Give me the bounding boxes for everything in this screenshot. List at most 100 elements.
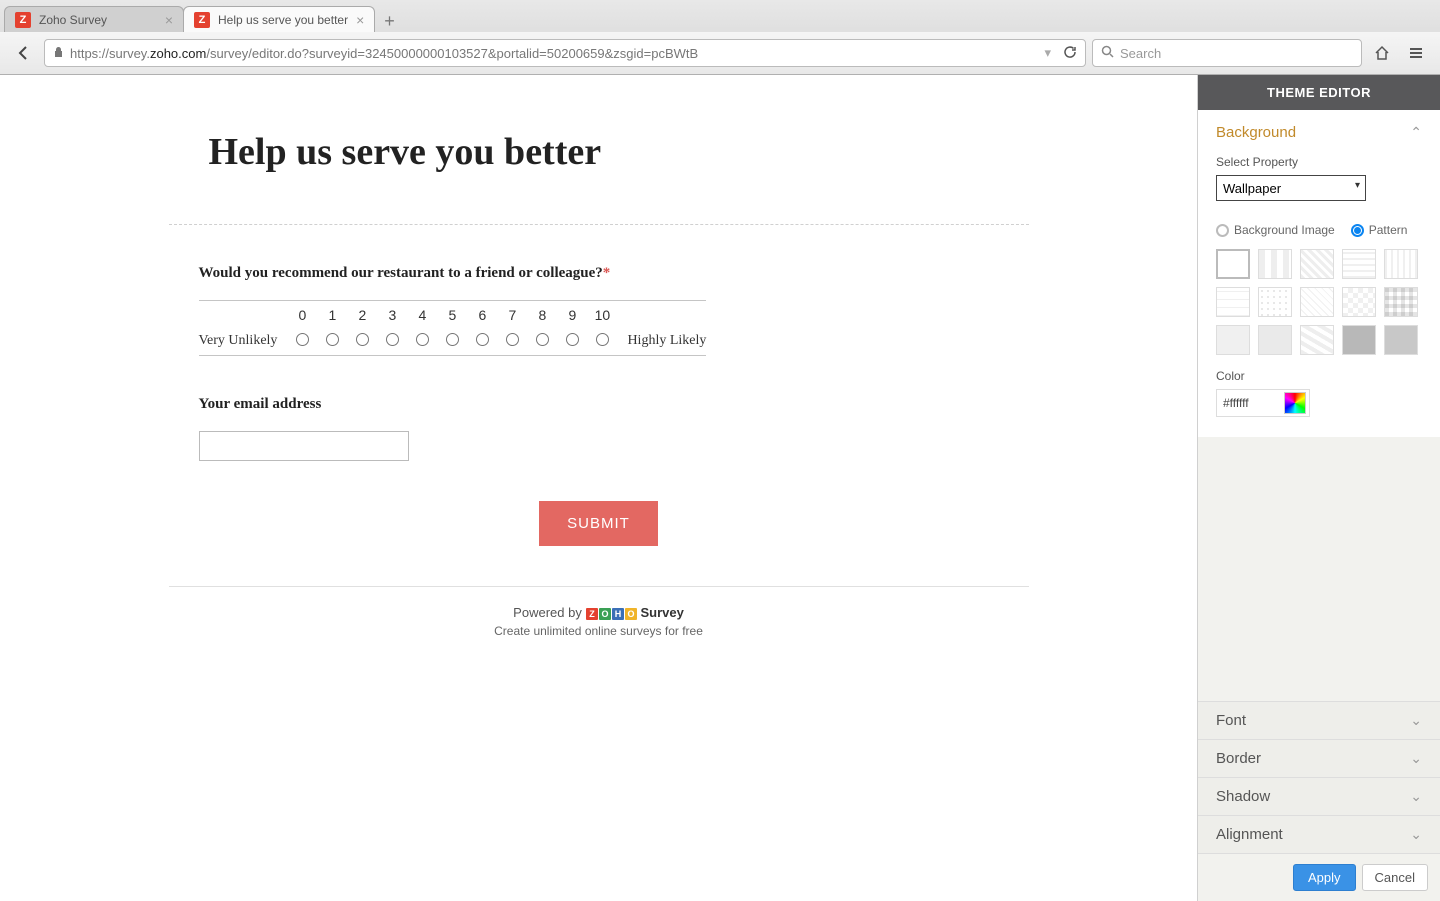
tab-title: Zoho Survey	[39, 13, 157, 27]
home-icon	[1373, 44, 1391, 62]
pattern-swatch-11[interactable]	[1216, 325, 1250, 355]
nps-radio-6[interactable]	[476, 333, 489, 346]
pattern-swatch-14[interactable]	[1342, 325, 1376, 355]
zoho-favicon-icon: Z	[194, 12, 210, 28]
color-picker-button[interactable]	[1284, 392, 1306, 414]
brand-text: Survey	[640, 605, 683, 620]
tab-title: Help us serve you better	[218, 13, 348, 27]
accordion-alignment[interactable]: Alignment ⌄	[1198, 815, 1440, 853]
search-bar[interactable]: Search	[1092, 39, 1362, 67]
url-path: /survey/editor.do?surveyid=3245000000010…	[206, 46, 698, 61]
browser-tab[interactable]: Z Zoho Survey ×	[4, 6, 184, 32]
zoho-favicon-icon: Z	[15, 12, 31, 28]
hamburger-icon	[1407, 44, 1425, 62]
nps-radio-10[interactable]	[596, 333, 609, 346]
nps-radio-5[interactable]	[446, 333, 459, 346]
nps-radio-7[interactable]	[506, 333, 519, 346]
accordion-shadow[interactable]: Shadow ⌄	[1198, 777, 1440, 815]
pattern-swatch-5[interactable]	[1384, 249, 1418, 279]
url-text: https://survey.zoho.com/survey/editor.do…	[70, 46, 1044, 61]
select-property-dropdown[interactable]: Wallpaper	[1216, 175, 1366, 201]
nps-radio-9[interactable]	[566, 333, 579, 346]
nps-radio-2[interactable]	[356, 333, 369, 346]
chevron-up-icon: ⌃	[1410, 124, 1422, 141]
pattern-swatch-7[interactable]	[1258, 287, 1292, 317]
arrow-left-icon	[15, 44, 33, 62]
q-text-content: Would you recommend our restaurant to a …	[199, 265, 603, 281]
lock-icon	[53, 46, 64, 61]
close-icon[interactable]: ×	[356, 12, 364, 28]
accordion-title: Shadow	[1216, 788, 1270, 805]
pattern-swatch-9[interactable]	[1342, 287, 1376, 317]
pattern-swatch-6[interactable]	[1216, 287, 1250, 317]
pattern-swatch-4[interactable]	[1342, 249, 1376, 279]
collapsed-sections: Font ⌄ Border ⌄ Shadow ⌄ Alignment	[1198, 701, 1440, 853]
back-button[interactable]	[10, 39, 38, 67]
nps-number: 2	[347, 307, 377, 323]
chevron-down-icon: ⌄	[1410, 788, 1422, 805]
cancel-button[interactable]: Cancel	[1362, 864, 1428, 891]
nps-radio-3[interactable]	[386, 333, 399, 346]
chevron-down-icon: ⌄	[1410, 826, 1422, 843]
accordion-header-background[interactable]: Background ⌃	[1216, 124, 1422, 141]
nps-radio-1[interactable]	[326, 333, 339, 346]
powered-by: Powered by ZOHO Survey	[169, 605, 1029, 620]
dropdown-icon[interactable]: ▾	[1044, 45, 1051, 61]
bg-type-radios: Background Image Pattern	[1216, 223, 1422, 237]
nps-scale: Very Unlikely 0 1 2 3 4 5 6 7 8 9 10 Hig…	[199, 300, 707, 356]
pattern-swatch-8[interactable]	[1300, 287, 1334, 317]
zoho-logo-icon: ZOHO	[585, 605, 637, 620]
accordion-border[interactable]: Border ⌄	[1198, 739, 1440, 777]
theme-editor-header: THEME EDITOR	[1198, 75, 1440, 110]
pattern-swatch-1[interactable]	[1216, 249, 1250, 279]
app-body: Help us serve you better Would you recom…	[0, 75, 1440, 901]
pattern-swatch-15[interactable]	[1384, 325, 1418, 355]
nps-numbers-row: Very Unlikely 0 1 2 3 4 5 6 7 8 9 10 Hig…	[199, 301, 707, 327]
accordion-title: Border	[1216, 750, 1261, 767]
pattern-swatch-10[interactable]	[1384, 287, 1418, 317]
chevron-down-icon: ⌄	[1410, 750, 1422, 767]
pattern-swatch-2[interactable]	[1258, 249, 1292, 279]
divider	[169, 224, 1029, 225]
accordion-title: Alignment	[1216, 826, 1283, 843]
footer-divider	[169, 586, 1029, 587]
submit-button[interactable]: SUBMIT	[539, 501, 658, 546]
tab-bar: Z Zoho Survey × Z Help us serve you bett…	[0, 0, 1440, 32]
nps-number: 10	[587, 307, 617, 323]
reload-icon[interactable]	[1063, 45, 1077, 62]
home-button[interactable]	[1368, 39, 1396, 67]
survey-title: Help us serve you better	[209, 130, 1029, 174]
nps-label-right: Highly Likely	[617, 333, 706, 349]
nps-radio-row: Very Unlikely Highly Likely	[199, 327, 707, 355]
radio-label: Background Image	[1234, 223, 1335, 237]
select-property-label: Select Property	[1216, 155, 1422, 169]
theme-editor-footer: Apply Cancel	[1198, 853, 1440, 901]
new-tab-button[interactable]: +	[374, 11, 405, 32]
nps-number: 3	[377, 307, 407, 323]
accordion-font[interactable]: Font ⌄	[1198, 701, 1440, 739]
nps-radio-0[interactable]	[296, 333, 309, 346]
radio-pattern[interactable]: Pattern	[1351, 223, 1408, 237]
email-input[interactable]	[199, 431, 409, 461]
nps-number: 4	[407, 307, 437, 323]
menu-button[interactable]	[1402, 39, 1430, 67]
nps-radio-4[interactable]	[416, 333, 429, 346]
url-domain: zoho.com	[150, 46, 206, 61]
pattern-swatch-3[interactable]	[1300, 249, 1334, 279]
url-bar[interactable]: https://survey.zoho.com/survey/editor.do…	[44, 39, 1086, 67]
browser-tab-active[interactable]: Z Help us serve you better ×	[183, 6, 375, 32]
pattern-swatch-13[interactable]	[1300, 325, 1334, 355]
radio-icon	[1216, 224, 1229, 237]
nps-radio-8[interactable]	[536, 333, 549, 346]
pattern-swatch-12[interactable]	[1258, 325, 1292, 355]
close-icon[interactable]: ×	[165, 12, 173, 28]
nps-number: 5	[437, 307, 467, 323]
theme-accordion: Background ⌃ Select Property Wallpaper ▾…	[1198, 110, 1440, 701]
radio-background-image[interactable]: Background Image	[1216, 223, 1335, 237]
apply-button[interactable]: Apply	[1293, 864, 1356, 891]
color-value[interactable]: #ffffff	[1217, 396, 1284, 410]
question-nps: Would you recommend our restaurant to a …	[199, 265, 1029, 356]
nps-number: 8	[527, 307, 557, 323]
search-icon	[1101, 45, 1114, 61]
nps-number: 7	[497, 307, 527, 323]
